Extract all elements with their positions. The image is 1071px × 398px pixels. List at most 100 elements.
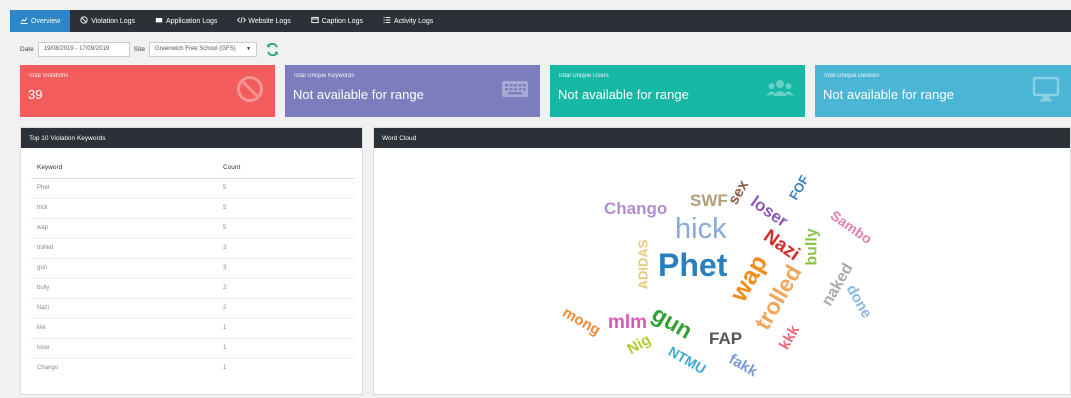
tab-website-logs-label: Website Logs [248, 17, 291, 25]
table-row: kkk 1 [31, 318, 355, 339]
cloud-word[interactable]: ADIDAS [635, 240, 650, 290]
card-label: Total Violations [28, 73, 69, 79]
card-total-unique-keywords: Total Unique Keywords Not available for … [285, 65, 540, 117]
keywords-table: Keyword Count Phet 5 hick 5 wap 5 trolled 3 … [31, 158, 355, 378]
site-label: Site [133, 45, 145, 53]
word-cloud: Chango SWF sex loser FOF Sambo hick Nazi… [374, 148, 1070, 394]
cloud-word[interactable]: FAP [709, 330, 742, 347]
cloud-word[interactable]: sex [725, 177, 752, 207]
caret-down-icon: ▼ [245, 46, 251, 52]
keyword-cell: Nazi [31, 298, 217, 319]
cloud-word[interactable]: gun [648, 300, 698, 344]
users-icon [766, 80, 794, 96]
table-row: Nazi 2 [31, 298, 355, 319]
count-cell: 1 [217, 338, 355, 359]
tab-violation-logs-label: Violation Logs [91, 17, 136, 25]
window-icon [311, 16, 319, 26]
count-cell: 2 [217, 278, 355, 299]
filter-bar: Date 19/08/2019 - 17/09/2019 Site Greenw… [20, 40, 280, 58]
cloud-word[interactable]: NTMU [666, 343, 709, 377]
cloud-word[interactable]: mong [559, 304, 603, 339]
cloud-word[interactable]: fakk [726, 351, 761, 381]
ban-icon [80, 16, 88, 26]
cloud-word[interactable]: loser [747, 192, 791, 231]
tab-activity-logs-label: Activity Logs [393, 17, 434, 25]
count-cell: 2 [217, 298, 355, 319]
cloud-word[interactable]: mlm [608, 313, 647, 332]
cloud-word[interactable]: kkk [776, 322, 803, 352]
cloud-word[interactable]: FOF [786, 172, 812, 202]
cloud-word[interactable]: done [843, 282, 876, 322]
count-cell: 5 [217, 178, 355, 199]
table-row: Chango 1 [31, 358, 355, 378]
keyword-cell: Phet [31, 178, 217, 199]
cloud-word[interactable]: bully [804, 228, 821, 265]
count-cell: 5 [217, 218, 355, 239]
monitor-icon [1032, 76, 1060, 102]
list-icon [383, 16, 391, 26]
tab-overview[interactable]: Overview [10, 10, 71, 32]
keyword-cell: Chango [37, 365, 59, 372]
refresh-icon[interactable] [265, 42, 280, 57]
cloud-word[interactable]: Chango [604, 200, 667, 217]
keyword-cell: kkk [31, 318, 217, 339]
table-row: bully 2 [31, 278, 355, 299]
table-row: Phet 5 [31, 178, 355, 199]
table-row: wap 5 [31, 218, 355, 239]
keyboard-icon [502, 81, 528, 97]
tab-caption-logs[interactable]: Caption Logs [301, 10, 373, 32]
card-total-violations: Total Violations 39 [20, 65, 275, 117]
table-row: gun 3 [31, 258, 355, 279]
keyword-cell: wap [31, 218, 217, 239]
tab-application-logs-label: Application Logs [166, 17, 218, 25]
keyword-cell: gun [31, 258, 217, 279]
table-row: trolled 3 [31, 238, 355, 259]
card-value: Not available for range [823, 87, 954, 102]
card-label: Total Unique Devices [823, 73, 880, 79]
keyword-cell: trolled [31, 238, 217, 259]
site-select[interactable]: Greenwich Free School (GFS) ▼ [148, 41, 257, 57]
keyword-cell: loser [31, 338, 217, 359]
date-range-value: 19/08/2019 - 17/09/2019 [43, 46, 110, 52]
table-row: hick 5 [31, 198, 355, 219]
word-cloud-panel: Word Cloud Chango SWF sex loser FOF Samb… [373, 127, 1071, 395]
tab-overview-label: Overview [31, 17, 61, 25]
top-nav-bar: Overview Violation Logs Application Logs… [10, 10, 1071, 32]
tab-application-logs[interactable]: Application Logs [145, 10, 227, 32]
tab-website-logs[interactable]: Website Logs [227, 10, 300, 32]
top-keywords-panel: Top 10 Violation Keywords Keyword Count … [20, 127, 363, 395]
tab-activity-logs[interactable]: Activity Logs [373, 10, 443, 32]
cloud-word[interactable]: Nazi [760, 226, 804, 266]
cloud-word[interactable]: hick [675, 215, 727, 244]
card-total-unique-users: Total Unique Users Not available for ran… [550, 65, 805, 117]
cloud-word[interactable]: Phet [658, 249, 727, 281]
keyword-cell: bully [31, 278, 217, 299]
tab-violation-logs[interactable]: Violation Logs [70, 10, 145, 32]
card-label: Total Unique Users [558, 73, 609, 79]
count-cell: 1 [217, 318, 355, 339]
column-header-keyword[interactable]: Keyword [31, 158, 217, 179]
column-header-count[interactable]: Count [217, 158, 355, 179]
cloud-word[interactable]: Nig [624, 331, 653, 358]
count-cell: 3 [217, 258, 355, 279]
panel-title: Top 10 Violation Keywords [21, 128, 362, 148]
chart-icon [20, 16, 28, 26]
card-total-unique-devices: Total Unique Devices Not available for r… [815, 65, 1071, 117]
card-value: Not available for range [293, 87, 424, 102]
card-value: 39 [28, 87, 43, 102]
count-cell: 3 [217, 238, 355, 259]
count-cell: 1 [223, 365, 227, 372]
hdd-icon [155, 16, 163, 26]
count-cell: 5 [217, 198, 355, 219]
panel-title: Word Cloud [374, 128, 1070, 148]
code-icon [237, 16, 247, 26]
site-select-value: Greenwich Free School (GFS) [154, 46, 236, 52]
cloud-word[interactable]: Sambo [828, 207, 875, 247]
cloud-word[interactable]: SWF [690, 192, 728, 209]
ban-icon [237, 76, 263, 102]
date-range-input[interactable]: 19/08/2019 - 17/09/2019 [37, 41, 130, 57]
keyword-cell: hick [31, 198, 217, 219]
card-value: Not available for range [558, 87, 689, 102]
table-header-row: Keyword Count [31, 158, 355, 179]
date-label: Date [20, 45, 34, 53]
